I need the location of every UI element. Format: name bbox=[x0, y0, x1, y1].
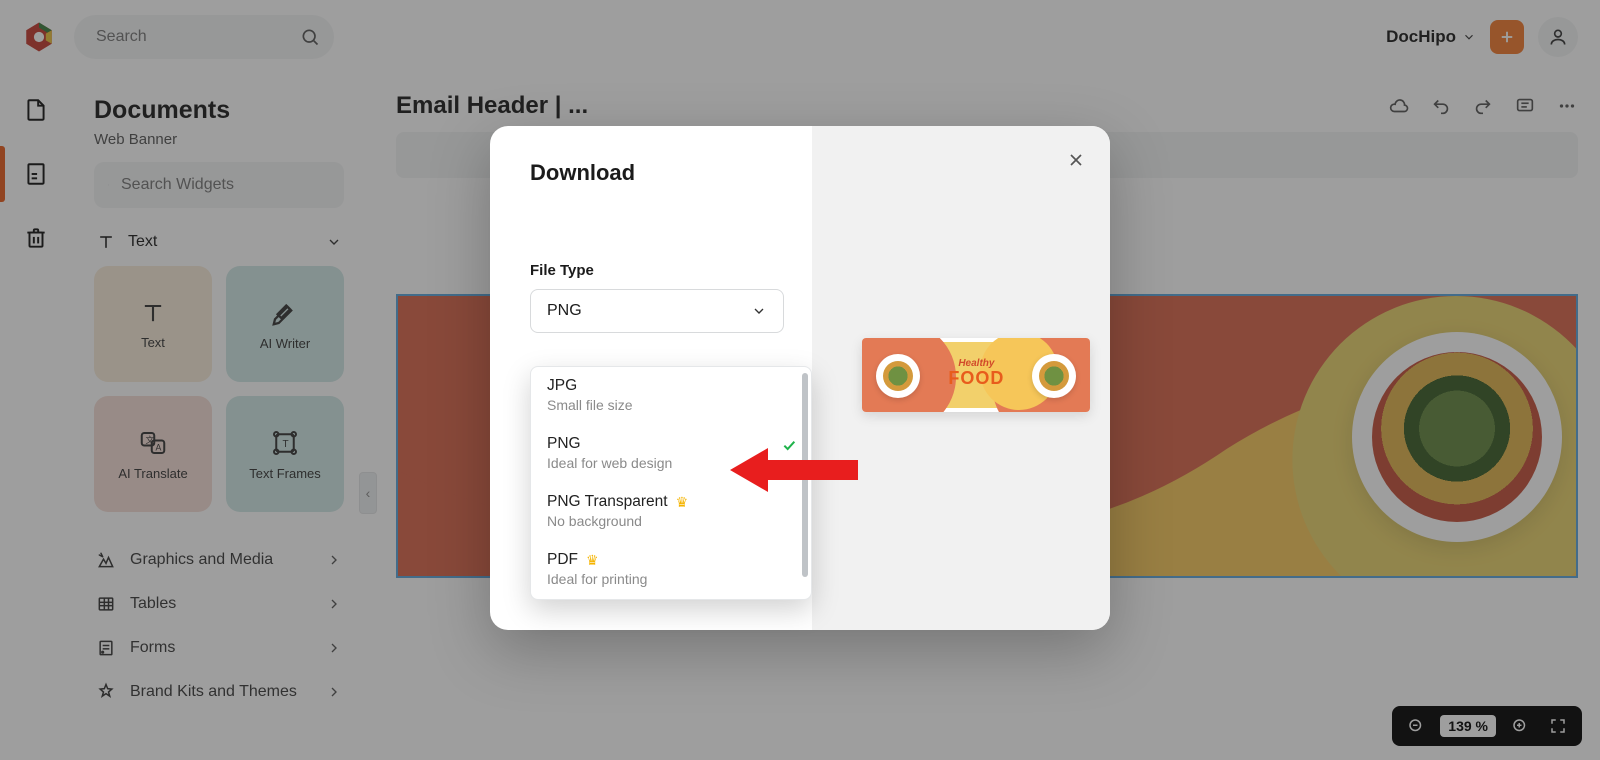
download-modal: Download File Type PNG Healthy bbox=[490, 126, 1110, 630]
filetype-select[interactable]: PNG bbox=[530, 289, 784, 333]
modal-title: Download bbox=[530, 160, 784, 186]
option-desc: Ideal for printing bbox=[547, 571, 795, 587]
modal-overlay: Download File Type PNG Healthy bbox=[0, 0, 1600, 760]
option-title: PDF bbox=[547, 551, 578, 569]
option-title: PNG Transparent bbox=[547, 493, 668, 511]
close-icon bbox=[1066, 150, 1086, 170]
filetype-option-jpg[interactable]: JPG Small file size bbox=[531, 367, 811, 425]
crown-icon: ♛ bbox=[676, 494, 689, 511]
option-desc: Small file size bbox=[547, 397, 795, 413]
crown-icon: ♛ bbox=[586, 552, 599, 569]
annotation-arrow bbox=[730, 440, 860, 520]
filetype-label: File Type bbox=[530, 262, 784, 279]
download-preview: Healthy FOOD bbox=[862, 338, 1090, 412]
close-button[interactable] bbox=[1066, 150, 1086, 170]
option-title: JPG bbox=[547, 377, 577, 395]
filetype-option-pdf[interactable]: PDF ♛ Ideal for printing bbox=[531, 541, 811, 599]
filetype-selected: PNG bbox=[547, 302, 582, 320]
chevron-down-icon bbox=[751, 303, 767, 319]
preview-line2: FOOD bbox=[866, 369, 1086, 387]
option-title: PNG bbox=[547, 435, 581, 453]
